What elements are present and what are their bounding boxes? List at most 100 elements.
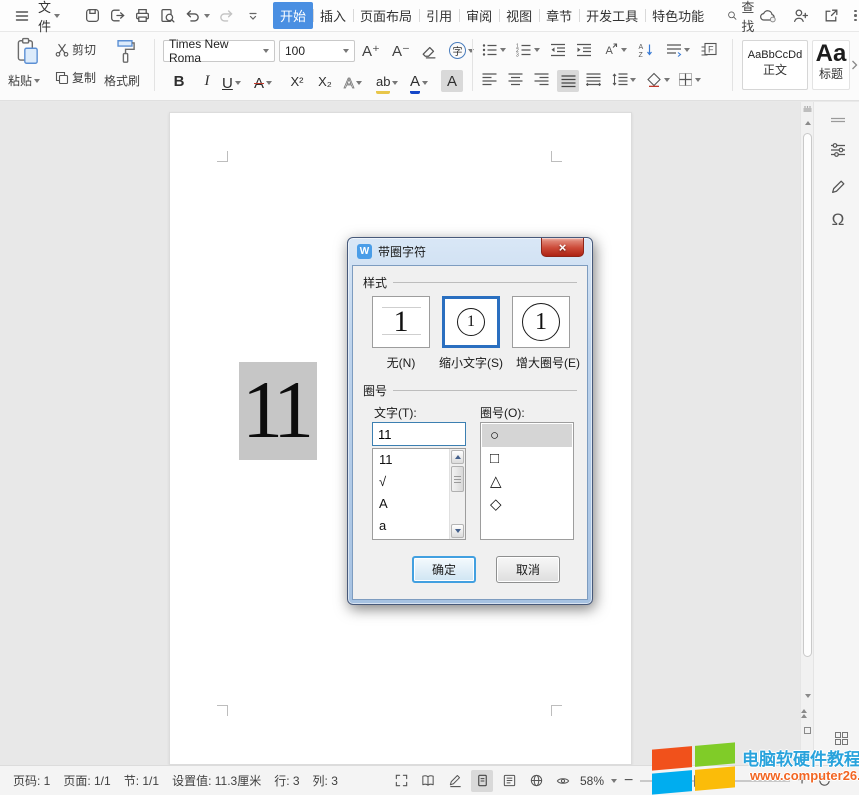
italic-button[interactable]: I (196, 70, 218, 92)
circle-option-square[interactable]: □ (482, 447, 572, 470)
dialog-close-button[interactable]: × (541, 238, 584, 257)
export-button[interactable] (105, 4, 130, 28)
cancel-button[interactable]: 取消 (496, 556, 560, 583)
web-view-button[interactable] (525, 770, 547, 792)
share-icon[interactable] (823, 7, 840, 24)
symbol-omega-icon[interactable]: Ω (828, 210, 848, 230)
status-column[interactable]: 列: 3 (313, 772, 338, 789)
cut-button[interactable]: 剪切 (54, 41, 96, 58)
vertical-scrollbar[interactable] (800, 102, 813, 765)
subscript-button[interactable]: X₂ (314, 70, 336, 92)
shading-button[interactable] (646, 72, 670, 87)
ok-button[interactable]: 确定 (412, 556, 476, 583)
tab-special-features[interactable]: 特色功能 (645, 2, 711, 29)
underline-button[interactable]: U (222, 72, 241, 94)
clear-format-button[interactable] (420, 43, 437, 60)
undo-button[interactable] (180, 4, 214, 28)
increase-font-button[interactable]: A⁺ (362, 42, 380, 60)
status-line[interactable]: 行: 3 (274, 772, 299, 789)
bullets-button[interactable] (482, 43, 506, 57)
ink-pen-icon[interactable] (828, 176, 848, 196)
format-painter-button[interactable] (112, 37, 138, 67)
circle-options-list[interactable]: ○ □ △ ◇ (480, 422, 574, 540)
format-painter-label[interactable]: 格式刷 (104, 72, 140, 89)
tab-review[interactable]: 审阅 (459, 2, 499, 29)
font-name-select[interactable]: Times New Roma (163, 40, 275, 62)
tab-references[interactable]: 引用 (419, 2, 459, 29)
zoom-level[interactable]: 58% (580, 774, 604, 788)
write-mode-button[interactable] (444, 770, 466, 792)
tab-home[interactable]: 开始 (273, 2, 313, 29)
circle-option-circle[interactable]: ○ (482, 424, 572, 447)
sort-button[interactable]: AZ (638, 42, 654, 58)
align-center-button[interactable] (508, 73, 523, 86)
list-scrollbar[interactable] (449, 449, 465, 539)
style-option-shrink-text[interactable]: 1 (442, 296, 500, 348)
decrease-font-button[interactable]: A⁻ (392, 42, 410, 60)
page-view-button[interactable] (471, 770, 493, 792)
increase-indent-button[interactable] (576, 43, 592, 57)
text-effects-button[interactable]: A (344, 72, 362, 94)
list-scroll-up-button[interactable] (451, 450, 464, 464)
search-button[interactable]: 查找 (727, 0, 759, 35)
borders-button[interactable] (678, 72, 701, 87)
print-preview-button[interactable] (155, 4, 180, 28)
eye-protection-button[interactable] (552, 770, 574, 792)
list-scrollbar-thumb[interactable] (451, 466, 464, 492)
tab-section[interactable]: 章节 (539, 2, 579, 29)
text-input[interactable] (372, 422, 466, 446)
zoom-out-button[interactable]: − (624, 776, 633, 786)
outline-view-button[interactable] (498, 770, 520, 792)
fullscreen-button[interactable] (390, 770, 412, 792)
bold-button[interactable]: B (168, 70, 190, 92)
character-scale-button[interactable]: A (602, 42, 627, 58)
add-user-icon[interactable] (792, 7, 809, 24)
status-section[interactable]: 节: 1/1 (124, 772, 159, 789)
sidebar-handle-icon[interactable] (828, 110, 848, 130)
numbering-button[interactable]: 123 (516, 43, 540, 57)
justify-button[interactable] (557, 70, 579, 92)
text-options-list[interactable]: 11 √ A a (372, 448, 466, 540)
line-spacing-button[interactable] (612, 73, 636, 86)
paragraph-layout-button[interactable] (666, 43, 690, 57)
character-shading-button[interactable]: A (441, 70, 463, 92)
styles-more-button[interactable] (851, 60, 858, 70)
properties-settings-icon[interactable] (828, 140, 848, 160)
tab-view[interactable]: 视图 (499, 2, 539, 29)
print-button[interactable] (130, 4, 155, 28)
more-options-icon[interactable] (854, 10, 857, 22)
status-setting-value[interactable]: 设置值: 11.3厘米 (172, 772, 261, 789)
style-option-enlarge-circle[interactable]: 1 (512, 296, 570, 348)
superscript-button[interactable]: X² (286, 70, 308, 92)
circle-option-triangle[interactable]: △ (482, 470, 572, 493)
align-left-button[interactable] (482, 73, 497, 86)
selected-text[interactable]: 11 (239, 362, 317, 460)
strikethrough-button[interactable]: A (254, 72, 272, 94)
font-size-select[interactable]: 100 (279, 40, 355, 62)
cloud-sync-icon[interactable] (759, 7, 778, 24)
decrease-indent-button[interactable] (550, 43, 566, 57)
tab-page-layout[interactable]: 页面布局 (353, 2, 419, 29)
text-frame-button[interactable]: F (700, 42, 717, 58)
save-button[interactable] (80, 4, 105, 28)
style-normal[interactable]: AaBbCcDd 正文 (742, 40, 808, 90)
paste-button[interactable] (14, 37, 41, 67)
scrollbar-thumb[interactable] (803, 133, 812, 657)
highlight-button[interactable]: ab (376, 72, 398, 94)
align-right-button[interactable] (534, 73, 549, 86)
style-heading[interactable]: Aa 标题 (812, 40, 850, 90)
toolbar-more-button[interactable] (243, 4, 263, 28)
file-menu[interactable]: 文件 (34, 4, 64, 28)
read-mode-button[interactable] (417, 770, 439, 792)
copy-button[interactable]: 复制 (54, 69, 96, 86)
tab-dev-tools[interactable]: 开发工具 (579, 2, 645, 29)
tab-insert[interactable]: 插入 (313, 2, 353, 29)
main-menu-button[interactable] (10, 4, 34, 28)
list-scroll-down-button[interactable] (451, 524, 464, 538)
status-page-number[interactable]: 页码: 1 (13, 772, 50, 789)
redo-button[interactable] (214, 4, 239, 28)
status-page-count[interactable]: 页面: 1/1 (63, 772, 110, 789)
style-option-none[interactable]: 1 (372, 296, 430, 348)
distribute-button[interactable] (586, 73, 601, 86)
font-color-button[interactable]: A (410, 72, 428, 94)
